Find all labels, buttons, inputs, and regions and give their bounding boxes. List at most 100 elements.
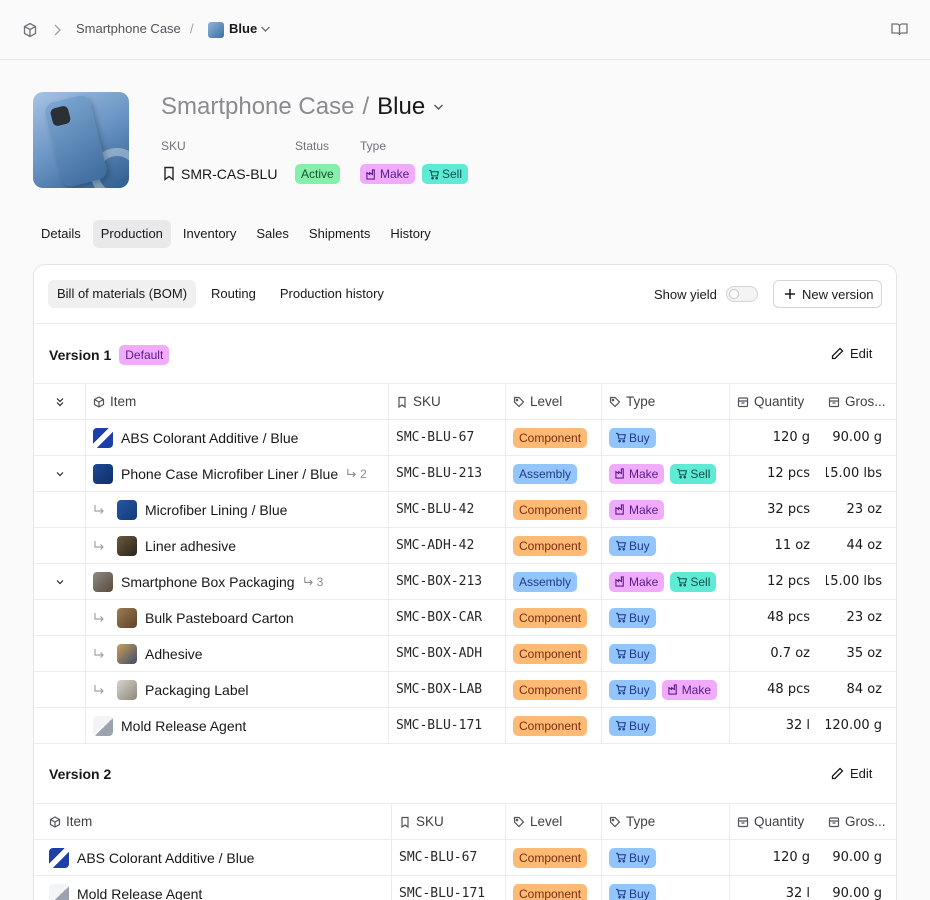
type-badge: Buy (609, 715, 656, 736)
table-row[interactable]: Microfiber Lining / Blue SMC-BLU-42 Compon… (34, 491, 896, 527)
table-row[interactable]: Mold Release Agent SMC-BLU-171 Component Bu… (34, 875, 896, 900)
item-thumbnail (117, 535, 137, 556)
cart-icon (428, 169, 439, 179)
column-header-type[interactable]: Type (609, 384, 723, 419)
show-yield-toggle[interactable] (726, 286, 758, 302)
item-name[interactable]: Mold Release Agent (121, 718, 246, 734)
level-badge: Component (513, 847, 588, 868)
column-divider (505, 383, 506, 743)
item-thumbnail (117, 607, 137, 628)
column-header-item[interactable]: Item (49, 804, 385, 839)
tab-shipments[interactable]: Shipments (301, 220, 378, 248)
item-name[interactable]: Phone Case Microfiber Liner / Blue (121, 466, 338, 482)
item-name[interactable]: ABS Colorant Additive / Blue (77, 850, 254, 866)
item-name[interactable]: Liner adhesive (145, 538, 236, 554)
title-parent[interactable]: Smartphone Case (161, 93, 354, 120)
table-row[interactable]: Bulk Pasteboard Carton SMC-BOX-CAR Compone… (34, 599, 896, 635)
product-title: Smartphone Case / Blue (161, 93, 425, 121)
column-header-level[interactable]: Level (513, 384, 595, 419)
tab-sales[interactable]: Sales (248, 220, 297, 248)
type-cell: Buy (609, 708, 727, 743)
table-row[interactable]: Packaging Label SMC-BOX-LAB Component Buy Ma… (34, 671, 896, 707)
table-row[interactable]: Smartphone Box Packaging 3 SMC-BOX-213 Asse… (34, 563, 896, 599)
item-cell: Liner adhesive (93, 528, 384, 563)
quantity-cell: 48 pcs (767, 610, 810, 625)
breadcrumb-parent[interactable]: Smartphone Case (76, 21, 181, 36)
column-header-item[interactable]: Item (93, 384, 382, 419)
subtab-bom[interactable]: Bill of materials (BOM) (48, 280, 197, 308)
column-header-quantity[interactable]: Quantity (737, 384, 814, 419)
type-cell: Buy (609, 528, 727, 563)
quantity-cell: 32 l (785, 718, 810, 733)
table-row[interactable]: Phone Case Microfiber Liner / Blue 2 SMC-B… (34, 455, 896, 491)
plus-icon (785, 289, 795, 299)
type-badge: Buy (609, 679, 656, 700)
item-name[interactable]: Microfiber Lining / Blue (145, 502, 287, 518)
child-count: 3 (303, 575, 323, 589)
type-cell: Buy Make (609, 672, 727, 707)
item-name[interactable]: Mold Release Agent (77, 886, 202, 900)
chevron-down-icon[interactable] (433, 103, 444, 111)
column-header-gross[interactable]: Gros... (828, 384, 892, 419)
column-header-label: Gros... (845, 394, 886, 409)
expand-row-button[interactable] (34, 456, 85, 491)
type-badge: Buy (609, 427, 656, 448)
item-thumbnail (117, 643, 137, 664)
chevrons-down-icon (56, 397, 63, 406)
edit-version-2-button[interactable]: Edit (831, 766, 872, 781)
column-header-label: Type (626, 394, 656, 409)
child-indent-icon (94, 684, 104, 694)
gross-cell: 35 oz (846, 646, 882, 661)
type-badge: Buy (609, 643, 656, 664)
item-name[interactable]: Smartphone Box Packaging (121, 574, 295, 590)
item-name[interactable]: ABS Colorant Additive / Blue (121, 430, 298, 446)
cube-icon[interactable] (22, 22, 38, 38)
sku-cell: SMC-BLU-42 (396, 502, 475, 517)
column-header-type[interactable]: Type (609, 804, 723, 839)
column-header-sku[interactable]: SKU (396, 384, 499, 419)
table-row[interactable]: ABS Colorant Additive / Blue SMC-BLU-67 Co… (34, 419, 896, 455)
title-variant[interactable]: Blue (377, 93, 425, 120)
breadcrumb-current[interactable]: Blue (229, 21, 257, 36)
type-badge-label: Buy (629, 682, 650, 697)
tab-history[interactable]: History (382, 220, 438, 248)
quantity-cell: 32 l (785, 886, 810, 900)
level-badge: Component (513, 427, 588, 448)
table-row[interactable]: Mold Release Agent SMC-BLU-171 Component Bu… (34, 707, 896, 743)
table-row[interactable]: Liner adhesive SMC-ADH-42 Component Buy 11 o… (34, 527, 896, 563)
column-header-gross[interactable]: Gros... (828, 804, 892, 839)
breadcrumb-separator: / (190, 21, 194, 36)
version-title: Version 2 (49, 766, 112, 782)
subtab-routing[interactable]: Routing (202, 280, 265, 308)
item-name[interactable]: Bulk Pasteboard Carton (145, 610, 294, 626)
item-name[interactable]: Packaging Label (145, 682, 249, 698)
collapse-all-button[interactable] (34, 384, 85, 419)
cart-icon (677, 468, 688, 479)
book-open-icon[interactable] (891, 22, 908, 37)
column-header-sku[interactable]: SKU (399, 804, 499, 839)
gross-cell: 90.00 g (832, 886, 882, 900)
item-name[interactable]: Adhesive (145, 646, 203, 662)
edit-version-1-button[interactable]: Edit (831, 346, 872, 361)
type-column-icon (609, 816, 621, 827)
tab-production[interactable]: Production (92, 220, 171, 248)
expand-row-button[interactable] (34, 564, 85, 599)
type-badge-label: Sell (690, 466, 711, 481)
column-divider (729, 803, 730, 900)
column-header-level[interactable]: Level (513, 804, 595, 839)
table-row[interactable]: Adhesive SMC-BOX-ADH Component Buy 0.7 oz 35 … (34, 635, 896, 671)
new-version-button[interactable]: New version (773, 280, 882, 308)
item-column-icon (49, 815, 61, 828)
tab-inventory[interactable]: Inventory (175, 220, 244, 248)
cart-icon (615, 852, 626, 863)
type-badge-label: Make (629, 574, 659, 589)
show-yield-label: Show yield (654, 287, 717, 302)
chevron-down-icon[interactable] (260, 25, 271, 33)
subtab-production-history[interactable]: Production history (271, 280, 393, 308)
sku-cell: SMC-BLU-171 (399, 886, 486, 900)
tab-details[interactable]: Details (33, 220, 89, 248)
column-header-quantity[interactable]: Quantity (737, 804, 814, 839)
table-row[interactable]: ABS Colorant Additive / Blue SMC-BLU-67 Co… (34, 839, 896, 875)
type-badge-sell: Sell (422, 164, 469, 184)
quantity-column-icon (737, 396, 749, 407)
